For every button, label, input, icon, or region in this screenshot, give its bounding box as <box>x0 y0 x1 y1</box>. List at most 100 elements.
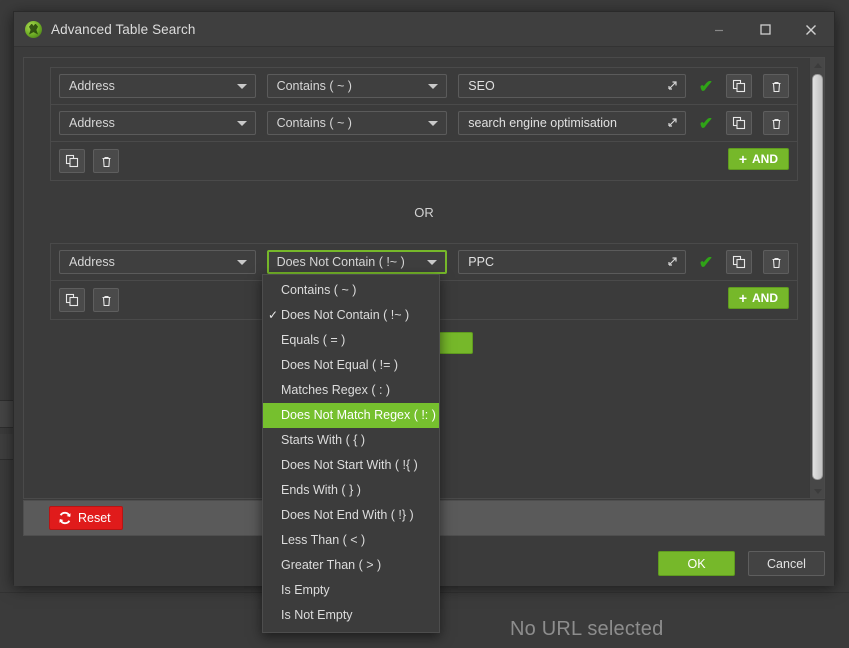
group-toolbar: + AND <box>51 141 797 180</box>
menu-item[interactable]: Does Not End With ( !} ) <box>263 503 439 528</box>
menu-item-label: Does Not Match Regex ( !: ) <box>281 408 436 422</box>
field-select[interactable]: Address <box>59 74 256 98</box>
row-valid-icon: ✔ <box>697 254 716 271</box>
expand-icon[interactable] <box>666 79 679 95</box>
close-icon[interactable] <box>788 12 834 47</box>
chevron-down-icon <box>237 121 247 126</box>
dialog-titlebar[interactable]: Advanced Table Search <box>14 12 834 47</box>
ok-button[interactable]: OK <box>658 551 735 576</box>
value-input[interactable]: SEO <box>458 74 685 98</box>
add-and-condition-button[interactable]: + AND <box>728 148 789 170</box>
menu-item[interactable]: Less Than ( < ) <box>263 528 439 553</box>
delete-row-button[interactable] <box>763 74 789 98</box>
duplicate-group-button[interactable] <box>59 149 85 173</box>
add-and-label: AND <box>752 291 778 305</box>
menu-item[interactable]: Greater Than ( > ) <box>263 553 439 578</box>
operator-select[interactable]: Contains ( ~ ) <box>267 111 448 135</box>
duplicate-row-button[interactable] <box>726 74 752 98</box>
vertical-scrollbar[interactable] <box>809 58 824 498</box>
value-input-text: PPC <box>468 255 494 269</box>
menu-item-label: Contains ( ~ ) <box>281 283 356 297</box>
field-select-value: Address <box>69 116 115 130</box>
menu-item[interactable]: Is Not Empty <box>263 603 439 628</box>
delete-row-button[interactable] <box>763 250 789 274</box>
menu-item[interactable]: Ends With ( } ) <box>263 478 439 503</box>
add-and-label: AND <box>752 152 778 166</box>
check-icon: ✓ <box>268 303 278 328</box>
delete-row-button[interactable] <box>763 111 789 135</box>
menu-item-label: Does Not End With ( !} ) <box>281 508 414 522</box>
reset-button[interactable]: Reset <box>49 506 123 530</box>
menu-item-label: Is Empty <box>281 583 330 597</box>
row-valid-icon: ✔ <box>697 78 716 95</box>
filter-row: Address Contains ( ~ ) SEO <box>51 68 797 104</box>
menu-item-label: Ends With ( } ) <box>281 483 361 497</box>
menu-item[interactable]: Starts With ( { ) <box>263 428 439 453</box>
delete-group-button[interactable] <box>93 149 119 173</box>
duplicate-row-button[interactable] <box>726 111 752 135</box>
app-logo-icon <box>25 21 42 38</box>
scroll-up-icon[interactable] <box>810 58 825 72</box>
menu-item[interactable]: Matches Regex ( : ) <box>263 378 439 403</box>
filter-group: Address Contains ( ~ ) SEO <box>50 67 798 181</box>
dialog-footer: OK Cancel <box>658 551 825 576</box>
value-input-text: SEO <box>468 79 494 93</box>
window-controls <box>696 12 834 47</box>
scroll-down-icon[interactable] <box>810 484 825 498</box>
reset-label: Reset <box>78 511 111 525</box>
menu-item[interactable]: Contains ( ~ ) <box>263 278 439 303</box>
operator-dropdown-menu[interactable]: Contains ( ~ )✓Does Not Contain ( !~ )Eq… <box>262 274 440 633</box>
menu-item[interactable]: Does Not Equal ( != ) <box>263 353 439 378</box>
chevron-down-icon <box>427 260 437 265</box>
operator-select[interactable]: Contains ( ~ ) <box>267 74 448 98</box>
menu-item-label: Greater Than ( > ) <box>281 558 381 572</box>
operator-select-open[interactable]: Does Not Contain ( !~ ) <box>267 250 448 274</box>
value-input-text: search engine optimisation <box>468 116 617 130</box>
no-url-selected-label: No URL selected <box>510 618 663 641</box>
menu-item-label: Equals ( = ) <box>281 333 345 347</box>
value-input[interactable]: search engine optimisation <box>458 111 685 135</box>
menu-item-label: Matches Regex ( : ) <box>281 383 390 397</box>
field-select[interactable]: Address <box>59 111 256 135</box>
refresh-icon <box>58 511 72 525</box>
menu-item-label: Starts With ( { ) <box>281 433 365 447</box>
chevron-down-icon <box>428 84 438 89</box>
filter-row: Address Contains ( ~ ) search engine opt… <box>51 104 797 141</box>
scrollbar-thumb[interactable] <box>812 74 823 480</box>
plus-icon: + <box>739 291 747 305</box>
menu-item-label: Does Not Contain ( !~ ) <box>281 308 409 322</box>
add-and-condition-button[interactable]: + AND <box>728 287 789 309</box>
maximize-icon[interactable] <box>742 12 788 47</box>
operator-select-value: Contains ( ~ ) <box>277 79 352 93</box>
chevron-down-icon <box>237 84 247 89</box>
field-select[interactable]: Address <box>59 250 256 274</box>
menu-item-label: Less Than ( < ) <box>281 533 365 547</box>
value-input[interactable]: PPC <box>458 250 685 274</box>
minimize-icon[interactable] <box>696 12 742 47</box>
row-valid-icon: ✔ <box>697 115 716 132</box>
field-select-value: Address <box>69 79 115 93</box>
menu-item-label: Is Not Empty <box>281 608 353 622</box>
operator-select-value: Does Not Contain ( !~ ) <box>277 255 405 269</box>
menu-item[interactable]: ✓Does Not Contain ( !~ ) <box>263 303 439 328</box>
operator-select-value: Contains ( ~ ) <box>277 116 352 130</box>
menu-item[interactable]: Does Not Start With ( !{ ) <box>263 453 439 478</box>
expand-icon[interactable] <box>666 255 679 271</box>
or-separator-label: OR <box>50 181 798 243</box>
delete-group-button[interactable] <box>93 288 119 312</box>
dialog-title: Advanced Table Search <box>51 22 195 37</box>
menu-item-label: Does Not Start With ( !{ ) <box>281 458 418 472</box>
duplicate-group-button[interactable] <box>59 288 85 312</box>
expand-icon[interactable] <box>666 116 679 132</box>
menu-item[interactable]: Does Not Match Regex ( !: ) <box>263 403 439 428</box>
cancel-button[interactable]: Cancel <box>748 551 825 576</box>
menu-item[interactable]: Equals ( = ) <box>263 328 439 353</box>
duplicate-row-button[interactable] <box>726 250 752 274</box>
menu-item-label: Does Not Equal ( != ) <box>281 358 398 372</box>
plus-icon: + <box>739 152 747 166</box>
chevron-down-icon <box>428 121 438 126</box>
chevron-down-icon <box>237 260 247 265</box>
field-select-value: Address <box>69 255 115 269</box>
menu-item[interactable]: Is Empty <box>263 578 439 603</box>
filter-rows: Address Contains ( ~ ) SEO <box>51 68 797 141</box>
